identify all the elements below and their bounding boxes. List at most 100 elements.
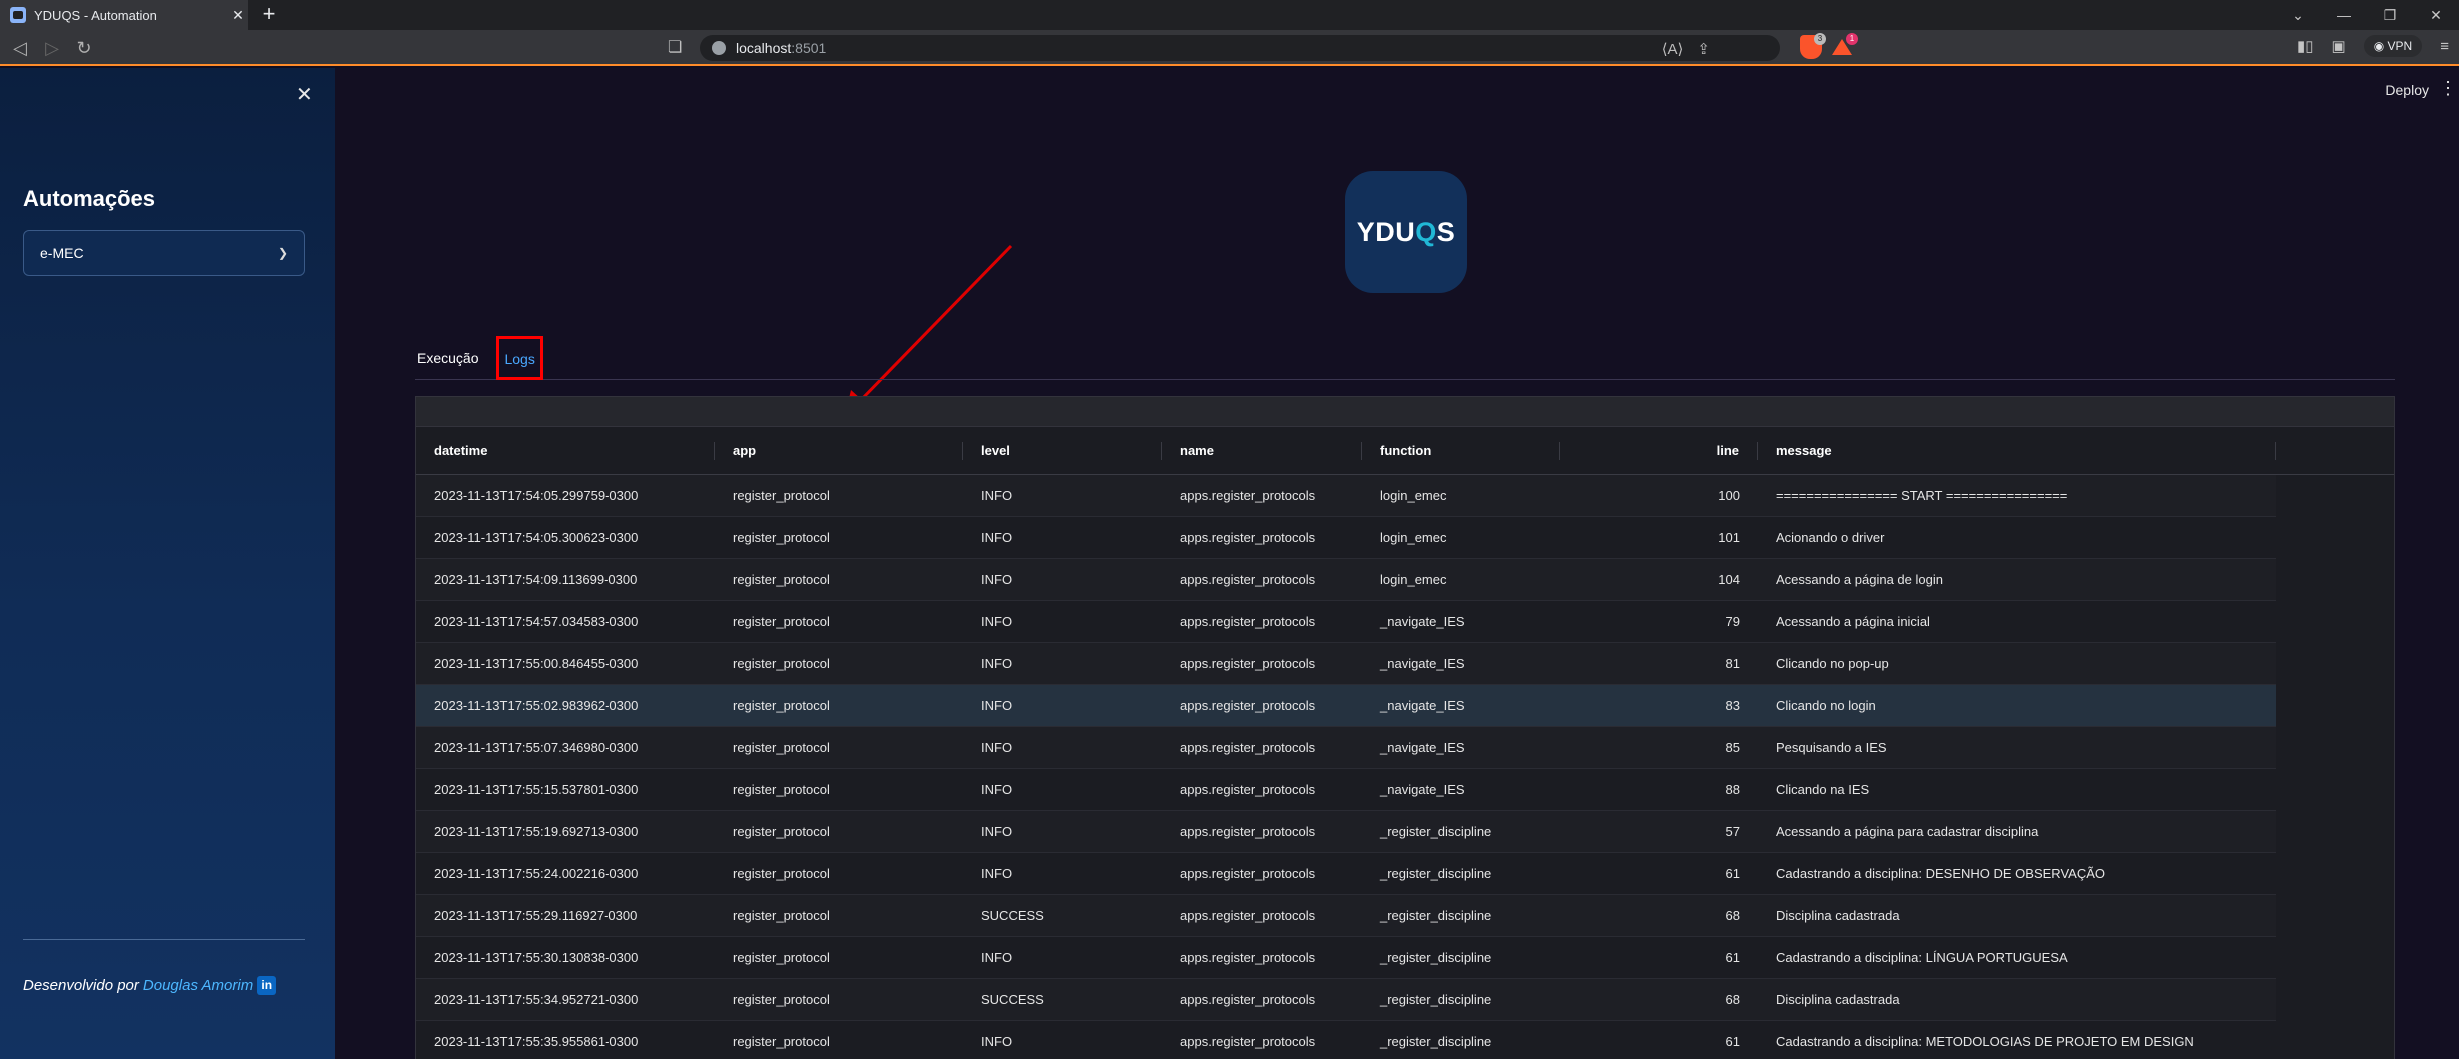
cell-line: 81 bbox=[1725, 656, 1740, 671]
cell-message: Pesquisando a IES bbox=[1776, 740, 1887, 755]
shields-count-badge: 3 bbox=[1814, 33, 1826, 45]
cell-line: 101 bbox=[1718, 530, 1740, 545]
cell-level: INFO bbox=[981, 1034, 1013, 1049]
table-row[interactable]: 2023-11-13T17:54:05.299759-0300 register_… bbox=[416, 475, 2276, 517]
cell-name: apps.register_protocols bbox=[1180, 488, 1316, 503]
sidebar-close-icon[interactable]: ✕ bbox=[296, 82, 313, 107]
brave-shields-icon[interactable]: 3 bbox=[1800, 33, 1826, 59]
column-header-app[interactable]: app bbox=[715, 441, 963, 460]
cell-function: _navigate_IES bbox=[1380, 782, 1465, 797]
translate-icon[interactable]: ⟨A⟩ bbox=[1662, 40, 1684, 58]
table-row[interactable]: 2023-11-13T17:54:09.113699-0300 register_… bbox=[416, 559, 2276, 601]
restore-icon[interactable]: ❐ bbox=[2367, 0, 2413, 30]
cell-app: register_protocol bbox=[733, 530, 830, 545]
cell-datetime: 2023-11-13T17:55:07.346980-0300 bbox=[434, 740, 639, 755]
table-row[interactable]: 2023-11-13T17:55:15.537801-0300 register_… bbox=[416, 769, 2276, 811]
cell-level: INFO bbox=[981, 614, 1013, 629]
sidebar: ✕ Automações e-MEC ❯ Desenvolvido por Do… bbox=[0, 68, 335, 1059]
logs-table[interactable]: datetime app level name function line me… bbox=[415, 396, 2395, 1059]
automation-select[interactable]: e-MEC ❯ bbox=[23, 230, 305, 276]
cell-function: _register_discipline bbox=[1380, 824, 1492, 839]
table-row[interactable]: 2023-11-13T17:55:34.952721-0300 register_… bbox=[416, 979, 2276, 1021]
table-row[interactable]: 2023-11-13T17:55:24.002216-0300 register_… bbox=[416, 853, 2276, 895]
cell-function: _register_discipline bbox=[1380, 950, 1492, 965]
sidebar-toggle-icon[interactable]: ▮▯ bbox=[2297, 37, 2314, 55]
column-header-function[interactable]: function bbox=[1362, 441, 1560, 460]
cell-level: INFO bbox=[981, 530, 1013, 545]
cell-level: INFO bbox=[981, 782, 1013, 797]
cell-message: Acessando a página de login bbox=[1776, 572, 1943, 587]
cell-app: register_protocol bbox=[733, 950, 830, 965]
cell-app: register_protocol bbox=[733, 1034, 830, 1049]
cell-name: apps.register_protocols bbox=[1180, 614, 1316, 629]
browser-menu-icon[interactable]: ≡ bbox=[2440, 38, 2449, 55]
app-menu-icon[interactable]: ⋮ bbox=[2439, 78, 2457, 99]
table-row[interactable]: 2023-11-13T17:55:30.130838-0300 register_… bbox=[416, 937, 2276, 979]
bookmark-icon[interactable]: ❏ bbox=[668, 37, 682, 57]
reload-icon[interactable]: ↻ bbox=[72, 36, 96, 60]
cell-message: Disciplina cadastrada bbox=[1776, 908, 1900, 923]
linkedin-icon[interactable]: in bbox=[257, 976, 277, 995]
vpn-label: VPN bbox=[2387, 39, 2413, 53]
back-icon[interactable]: ◁ bbox=[8, 36, 32, 60]
column-header-datetime[interactable]: datetime bbox=[416, 441, 715, 460]
table-toolbar bbox=[416, 397, 2394, 427]
wallet-icon[interactable]: ▣ bbox=[2332, 37, 2346, 55]
cell-name: apps.register_protocols bbox=[1180, 824, 1316, 839]
deploy-button[interactable]: Deploy bbox=[2385, 82, 2429, 98]
column-header-name[interactable]: name bbox=[1162, 441, 1362, 460]
table-row[interactable]: 2023-11-13T17:55:02.983962-0300 register_… bbox=[416, 685, 2276, 727]
vpn-button[interactable]: ◉ VPN bbox=[2363, 35, 2423, 57]
browser-tab[interactable]: YDUQS - Automation ✕ bbox=[0, 0, 248, 30]
table-row[interactable]: 2023-11-13T17:55:29.116927-0300 register_… bbox=[416, 895, 2276, 937]
forward-icon[interactable]: ▷ bbox=[40, 36, 64, 60]
cell-datetime: 2023-11-13T17:55:15.537801-0300 bbox=[434, 782, 639, 797]
cell-level: SUCCESS bbox=[981, 908, 1044, 923]
cell-message: Clicando no pop-up bbox=[1776, 656, 1889, 671]
cell-message: Disciplina cadastrada bbox=[1776, 992, 1900, 1007]
cell-line: 61 bbox=[1725, 950, 1740, 965]
tab-search-icon[interactable]: ⌄ bbox=[2275, 0, 2321, 30]
table-row[interactable]: 2023-11-13T17:54:57.034583-0300 register_… bbox=[416, 601, 2276, 643]
cell-level: INFO bbox=[981, 740, 1013, 755]
cell-app: register_protocol bbox=[733, 614, 830, 629]
author-link[interactable]: Douglas Amorim bbox=[143, 977, 253, 994]
window-close-icon[interactable]: ✕ bbox=[2413, 0, 2459, 30]
minimize-icon[interactable]: — bbox=[2321, 0, 2367, 30]
browser-toolbar: ◁ ▷ ↻ ❏ localhost:8501 ⟨A⟩ ⇪ 3 1 ▮▯ ▣ ◉ … bbox=[0, 30, 2459, 66]
cell-level: INFO bbox=[981, 950, 1013, 965]
cell-datetime: 2023-11-13T17:55:29.116927-0300 bbox=[434, 908, 638, 923]
table-row[interactable]: 2023-11-13T17:55:00.846455-0300 register_… bbox=[416, 643, 2276, 685]
cell-name: apps.register_protocols bbox=[1180, 698, 1316, 713]
cell-name: apps.register_protocols bbox=[1180, 950, 1316, 965]
cell-name: apps.register_protocols bbox=[1180, 1034, 1316, 1049]
cell-line: 61 bbox=[1725, 866, 1740, 881]
column-header-line[interactable]: line bbox=[1560, 441, 1758, 460]
url-port: :8501 bbox=[791, 40, 827, 56]
cell-app: register_protocol bbox=[733, 992, 830, 1007]
table-row[interactable]: 2023-11-13T17:54:05.300623-0300 register_… bbox=[416, 517, 2276, 559]
site-info-icon[interactable] bbox=[712, 41, 726, 55]
table-row[interactable]: 2023-11-13T17:55:19.692713-0300 register_… bbox=[416, 811, 2276, 853]
address-bar[interactable]: localhost:8501 ⟨A⟩ ⇪ bbox=[700, 35, 1780, 61]
cell-function: _navigate_IES bbox=[1380, 740, 1465, 755]
share-icon[interactable]: ⇪ bbox=[1697, 40, 1710, 58]
cell-function: login_emec bbox=[1380, 488, 1447, 503]
tab-close-icon[interactable]: ✕ bbox=[228, 7, 248, 24]
table-body: 2023-11-13T17:54:05.299759-0300 register_… bbox=[416, 475, 2394, 1059]
logo-text-q: Q bbox=[1415, 216, 1437, 247]
logo-text-right: S bbox=[1436, 216, 1456, 247]
column-header-level[interactable]: level bbox=[963, 441, 1162, 460]
tab-logs[interactable]: Logs bbox=[496, 335, 543, 380]
new-tab-button[interactable]: + bbox=[256, 2, 282, 28]
brave-rewards-icon[interactable]: 1 bbox=[1830, 33, 1858, 59]
cell-datetime: 2023-11-13T17:55:02.983962-0300 bbox=[434, 698, 639, 713]
table-row[interactable]: 2023-11-13T17:55:07.346980-0300 register_… bbox=[416, 727, 2276, 769]
cell-name: apps.register_protocols bbox=[1180, 866, 1316, 881]
cell-message: Cadastrando a disciplina: METODOLOGIAS D… bbox=[1776, 1034, 2194, 1049]
cell-line: 104 bbox=[1718, 572, 1740, 587]
table-row[interactable]: 2023-11-13T17:55:35.955861-0300 register_… bbox=[416, 1021, 2276, 1059]
cell-app: register_protocol bbox=[733, 698, 830, 713]
column-header-message[interactable]: message bbox=[1758, 441, 2276, 460]
tab-execucao[interactable]: Execução bbox=[415, 350, 480, 366]
